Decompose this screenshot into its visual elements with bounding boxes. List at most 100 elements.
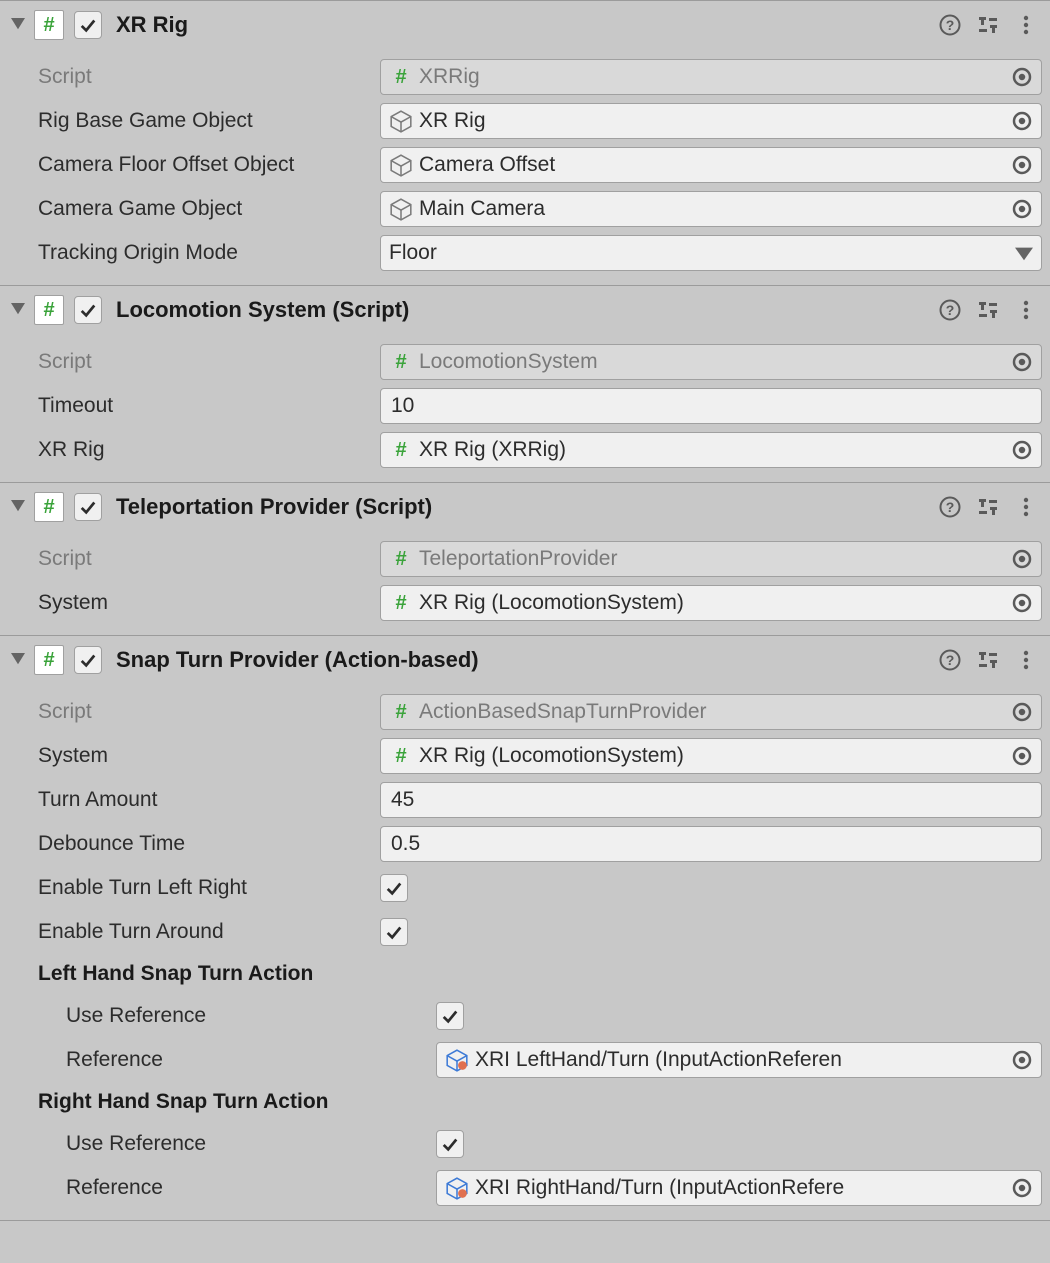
number-input[interactable] (380, 826, 1042, 862)
object-picker-icon (1011, 351, 1033, 373)
prop-label: Enable Turn Around (8, 920, 380, 944)
prop-label: Reference (36, 1048, 436, 1072)
object-picker-icon[interactable] (1011, 1049, 1033, 1071)
section-header: Right Hand Snap Turn Action (8, 1082, 1042, 1122)
object-picker-icon[interactable] (1011, 154, 1033, 176)
component-title: Snap Turn Provider (Action-based) (116, 647, 938, 673)
prop-label: Reference (36, 1176, 436, 1200)
script-icon: # (34, 645, 64, 675)
object-field[interactable]: XRI RightHand/Turn (InputActionRefere (436, 1170, 1042, 1206)
object-field[interactable]: Camera Offset (380, 147, 1042, 183)
prop-label: Enable Turn Left Right (8, 876, 380, 900)
object-picker-icon (1011, 701, 1033, 723)
help-icon[interactable]: ? (938, 13, 962, 37)
svg-text:?: ? (946, 652, 955, 668)
section-header: Left Hand Snap Turn Action (8, 954, 1042, 994)
script-icon: # (34, 492, 64, 522)
script-hash-icon: # (389, 438, 413, 462)
script-hash-icon: # (389, 350, 413, 374)
svg-text:?: ? (946, 17, 955, 33)
component-snap-turn-provider: # Snap Turn Provider (Action-based) ? Sc… (0, 635, 1050, 1221)
checkbox[interactable] (436, 1002, 464, 1030)
prop-label: System (8, 744, 380, 768)
prop-label: Timeout (8, 394, 380, 418)
object-field[interactable]: XRI LeftHand/Turn (InputActionReferen (436, 1042, 1042, 1078)
script-field: # ActionBasedSnapTurnProvider (380, 694, 1042, 730)
script-label: Script (8, 547, 380, 571)
preset-icon[interactable] (976, 298, 1000, 322)
component-header[interactable]: # XR Rig ? (0, 1, 1050, 49)
help-icon[interactable]: ? (938, 648, 962, 672)
preset-icon[interactable] (976, 13, 1000, 37)
object-picker-icon[interactable] (1011, 110, 1033, 132)
gameobject-icon (389, 109, 413, 133)
script-icon: # (34, 10, 64, 40)
prop-label: Camera Game Object (8, 197, 380, 221)
component-title: Teleportation Provider (Script) (116, 494, 938, 520)
gameobject-icon (389, 153, 413, 177)
script-label: Script (8, 65, 380, 89)
checkbox[interactable] (436, 1130, 464, 1158)
prop-label: Rig Base Game Object (8, 109, 380, 133)
object-picker-icon[interactable] (1011, 439, 1033, 461)
preset-icon[interactable] (976, 648, 1000, 672)
help-icon[interactable]: ? (938, 298, 962, 322)
component-xr-rig: # XR Rig ? Script # XRRig Rig Base Game … (0, 0, 1050, 286)
object-field[interactable]: # XR Rig (LocomotionSystem) (380, 738, 1042, 774)
component-header[interactable]: # Snap Turn Provider (Action-based) ? (0, 636, 1050, 684)
component-header[interactable]: # Teleportation Provider (Script) ? (0, 483, 1050, 531)
script-field: # XRRig (380, 59, 1042, 95)
prop-label: Use Reference (36, 1004, 436, 1028)
object-picker-icon[interactable] (1011, 198, 1033, 220)
object-field[interactable]: XR Rig (380, 103, 1042, 139)
preset-icon[interactable] (976, 495, 1000, 519)
object-field[interactable]: # XR Rig (LocomotionSystem) (380, 585, 1042, 621)
object-picker-icon[interactable] (1011, 592, 1033, 614)
checkbox[interactable] (380, 918, 408, 946)
input-action-icon (445, 1048, 469, 1072)
script-hash-icon: # (389, 700, 413, 724)
object-picker-icon[interactable] (1011, 1177, 1033, 1199)
script-label: Script (8, 350, 380, 374)
checkbox[interactable] (380, 874, 408, 902)
prop-label: System (8, 591, 380, 615)
help-icon[interactable]: ? (938, 495, 962, 519)
script-hash-icon: # (389, 744, 413, 768)
object-field[interactable]: # XR Rig (XRRig) (380, 432, 1042, 468)
enable-checkbox[interactable] (74, 296, 102, 324)
kebab-menu-icon[interactable] (1014, 13, 1038, 37)
script-icon: # (34, 295, 64, 325)
enable-checkbox[interactable] (74, 11, 102, 39)
foldout-toggle[interactable] (8, 650, 28, 670)
script-hash-icon: # (389, 591, 413, 615)
enable-checkbox[interactable] (74, 646, 102, 674)
object-picker-icon[interactable] (1011, 745, 1033, 767)
foldout-toggle[interactable] (8, 497, 28, 517)
component-title: Locomotion System (Script) (116, 297, 938, 323)
svg-text:?: ? (946, 499, 955, 515)
number-input[interactable] (380, 782, 1042, 818)
component-locomotion-system: # Locomotion System (Script) ? Script # … (0, 285, 1050, 483)
component-teleportation-provider: # Teleportation Provider (Script) ? Scri… (0, 482, 1050, 636)
gameobject-icon (389, 197, 413, 221)
component-header[interactable]: # Locomotion System (Script) ? (0, 286, 1050, 334)
script-field: # LocomotionSystem (380, 344, 1042, 380)
enable-checkbox[interactable] (74, 493, 102, 521)
script-label: Script (8, 700, 380, 724)
chevron-down-icon (1015, 244, 1033, 262)
foldout-toggle[interactable] (8, 15, 28, 35)
foldout-toggle[interactable] (8, 300, 28, 320)
kebab-menu-icon[interactable] (1014, 648, 1038, 672)
kebab-menu-icon[interactable] (1014, 495, 1038, 519)
object-picker-icon (1011, 548, 1033, 570)
object-picker-icon (1011, 66, 1033, 88)
prop-label: Debounce Time (8, 832, 380, 856)
number-input[interactable] (380, 388, 1042, 424)
script-field: # TeleportationProvider (380, 541, 1042, 577)
prop-label: XR Rig (8, 438, 380, 462)
script-hash-icon: # (389, 65, 413, 89)
kebab-menu-icon[interactable] (1014, 298, 1038, 322)
input-action-icon (445, 1176, 469, 1200)
object-field[interactable]: Main Camera (380, 191, 1042, 227)
dropdown-field[interactable]: Floor (380, 235, 1042, 271)
